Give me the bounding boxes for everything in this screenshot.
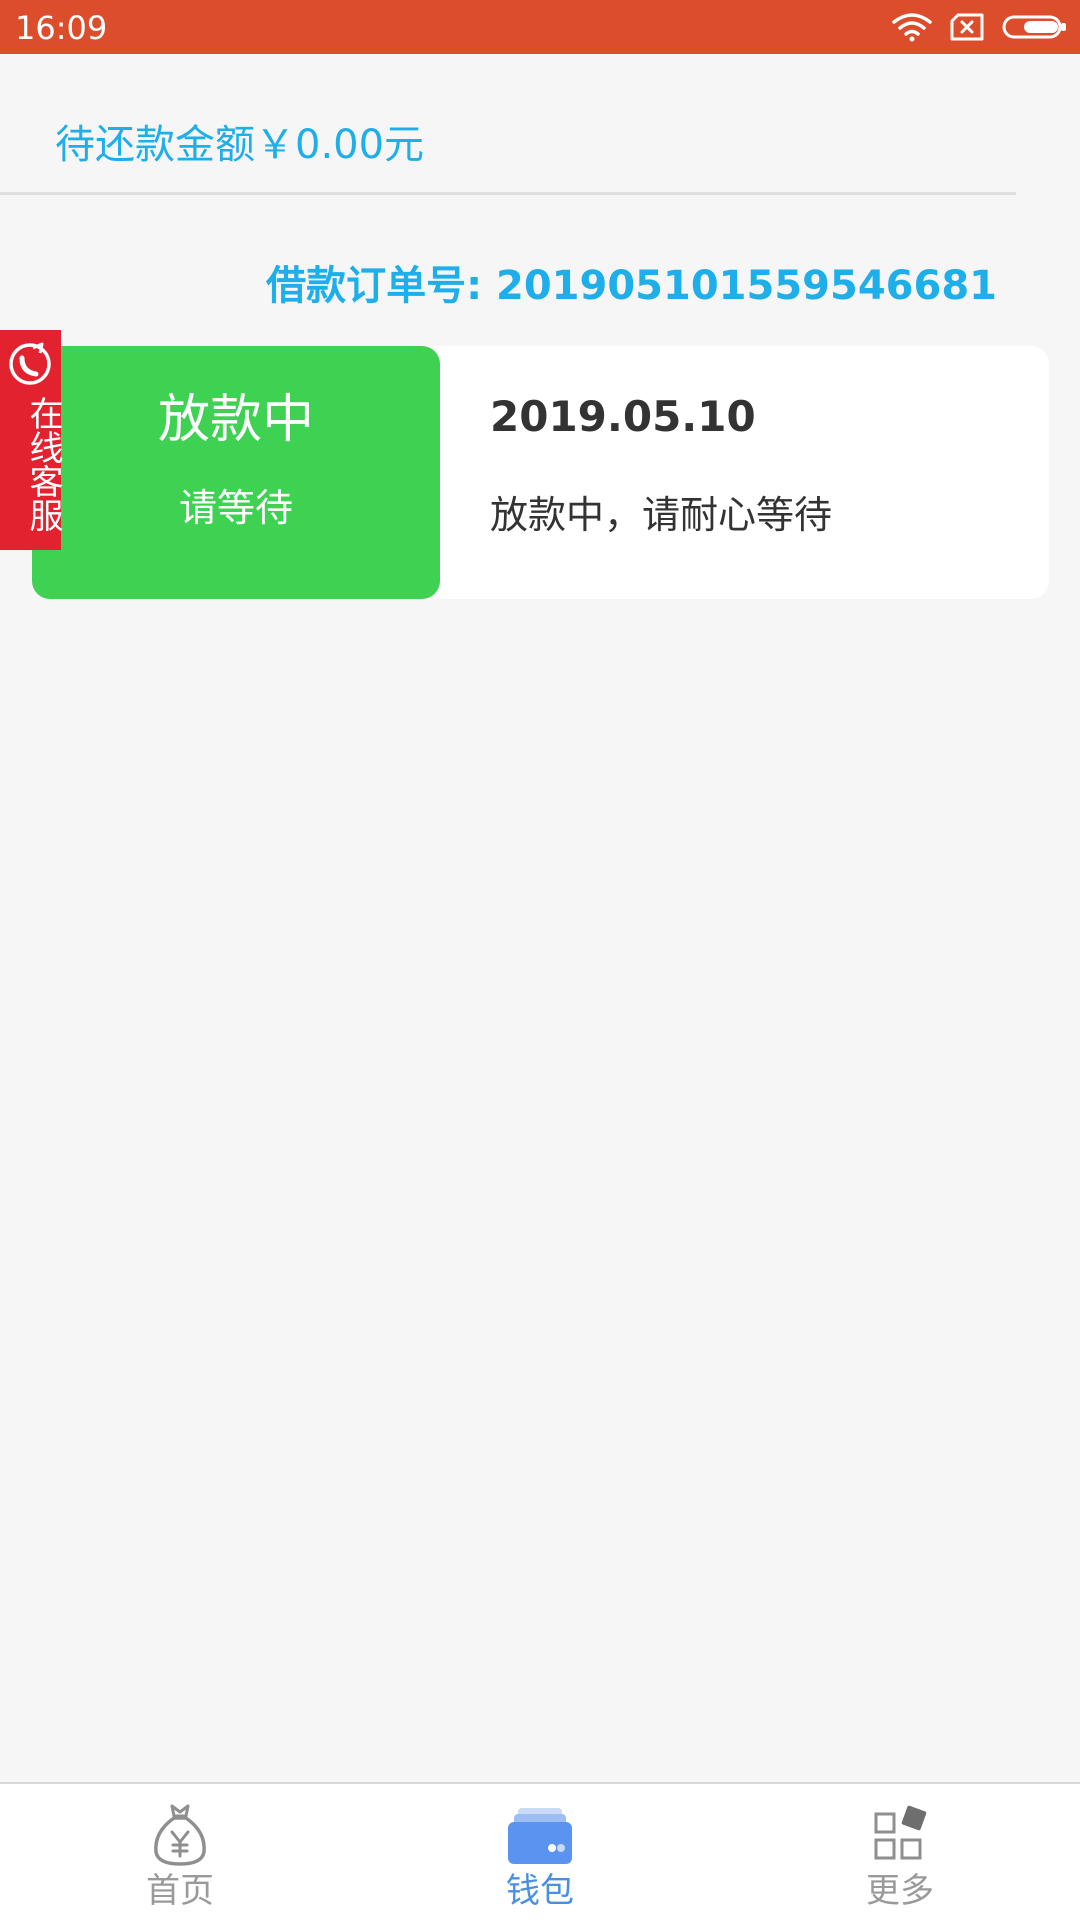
nav-item-wallet[interactable]: 钱包 xyxy=(440,1784,640,1922)
wallet-icon xyxy=(508,1808,572,1864)
grid-icon xyxy=(874,1805,927,1860)
status-time: 16:09 xyxy=(15,9,108,47)
nav-item-home[interactable]: 首页 xyxy=(80,1784,280,1922)
order-number-label: 借款订单号: xyxy=(266,263,483,309)
nav-label-wallet: 钱包 xyxy=(506,1871,574,1911)
nav-label-home: 首页 xyxy=(146,1871,214,1911)
loan-status-card[interactable]: 放款中 请等待 2019.05.10 放款中，请耐心等待 xyxy=(32,346,1049,599)
repay-header: 待还款金额￥0.00元 xyxy=(0,54,1080,194)
loan-message: 放款中，请耐心等待 xyxy=(490,493,833,537)
battery-icon xyxy=(1002,15,1066,39)
loan-status-subtitle: 请等待 xyxy=(178,486,293,530)
divider xyxy=(0,192,1016,195)
phone-icon xyxy=(9,342,51,385)
loan-status-title: 放款中 xyxy=(157,390,314,450)
loan-date: 2019.05.10 xyxy=(490,392,756,441)
order-number-line: 借款订单号: 201905101559546681 xyxy=(266,253,997,311)
repay-amount-text: 待还款金额￥0.00元 xyxy=(55,122,425,168)
status-icons xyxy=(892,10,1068,44)
nav-item-more[interactable]: 更多 xyxy=(800,1784,1000,1922)
online-service-tab[interactable]: 在线客服 xyxy=(0,330,63,550)
loan-status-block: 放款中 请等待 xyxy=(32,346,440,599)
wifi-icon xyxy=(892,13,932,42)
nav-label-more: 更多 xyxy=(866,1871,934,1911)
order-number-value: 201905101559546681 xyxy=(496,263,997,309)
no-sim-icon xyxy=(950,13,984,41)
status-bar: 16:09 xyxy=(0,0,1080,54)
online-service-label: 在线客服 xyxy=(23,396,63,532)
money-bag-icon xyxy=(154,1804,206,1866)
bottom-nav: 首页 钱包 更多 xyxy=(0,1782,1080,1922)
